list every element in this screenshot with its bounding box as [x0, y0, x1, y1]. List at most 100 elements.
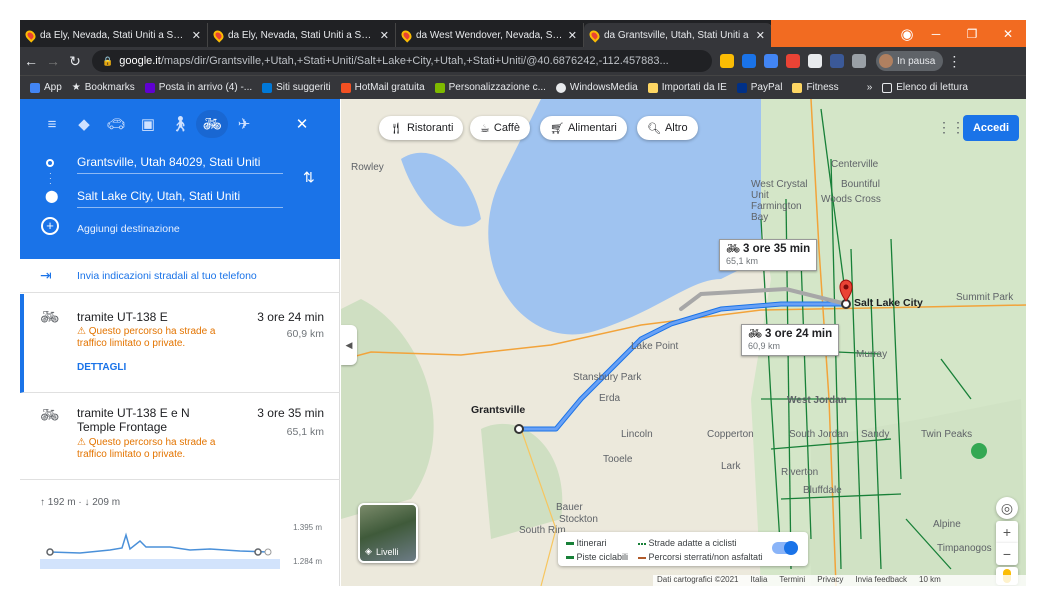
tab-2[interactable]: da Ely, Nevada, Stati Uniti a Sche ✕ [208, 23, 396, 47]
avatar [879, 54, 893, 68]
chip-groceries[interactable]: 🛒︎ Alimentari [540, 116, 627, 140]
layers-label: Livelli [376, 547, 399, 557]
yahoo-icon [144, 82, 155, 93]
bookmark-fitness[interactable]: Fitness [792, 82, 839, 93]
feedback-link[interactable]: Invia feedback [855, 575, 907, 586]
bookmarks-overflow[interactable]: » [867, 82, 873, 93]
tab-title: da Ely, Nevada, Stati Uniti a Sche [228, 29, 375, 41]
bookmark-paypal[interactable]: PayPal [736, 82, 782, 93]
walk-icon[interactable]: 🚶︎ [164, 110, 196, 138]
add-destination-link[interactable]: Aggiungi destinazione [77, 223, 180, 235]
bookmark-importati[interactable]: Importati da IE [647, 82, 727, 93]
legend-label: Piste ciclabili [576, 552, 629, 562]
destination-input[interactable]: Salt Lake City, Utah, Stati Uniti [77, 189, 283, 208]
tab-4-active[interactable]: da Grantsville, Utah, Stati Uniti a ✕ [584, 23, 772, 47]
restore-button[interactable]: ❐ [954, 20, 990, 47]
zoom-in-button[interactable]: + [996, 521, 1018, 543]
transit-icon[interactable]: ▣ [132, 110, 164, 138]
close-tab-icon[interactable]: ✕ [568, 29, 577, 42]
tab-1[interactable]: da Ely, Nevada, Stati Uniti a Salt L ✕ [20, 23, 208, 47]
route-option-2[interactable]: 🚲︎ tramite UT-138 E e N Temple Frontage … [20, 394, 340, 480]
close-icon[interactable]: ✕ [286, 110, 318, 138]
bookmark-bookmarks[interactable]: ★ Bookmarks [72, 82, 135, 93]
place-label: Stockton [559, 514, 598, 525]
place-label: Alpine [933, 519, 961, 530]
origin-dot-icon [46, 159, 54, 167]
chip-more[interactable]: 🔍︎ Altro [637, 116, 698, 140]
bookmark-label: Bookmarks [84, 82, 135, 93]
chip-cafes[interactable]: ☕︎ Caffè [470, 116, 530, 140]
bookmark-hotmail[interactable]: HotMail gratuita [340, 82, 425, 93]
close-tab-icon[interactable]: ✕ [756, 29, 765, 42]
toolbar: ← → ↻ 🔒 google.it /maps/dir/Grantsville,… [20, 47, 1026, 75]
elevation-summary: ↑ 192 m · ↓ 209 m [40, 497, 121, 508]
zoom-out-button[interactable]: − [996, 543, 1018, 565]
swap-icon[interactable]: ⇅ [303, 169, 315, 186]
extension-icon[interactable] [742, 54, 756, 68]
menu-icon[interactable]: ≡ [36, 110, 68, 138]
best-route-icon[interactable]: ◆ [68, 110, 100, 138]
chip-restaurants[interactable]: 🍴︎ Ristoranti [379, 116, 464, 140]
origin-input[interactable]: Grantsville, Utah 84029, Stati Uniti [77, 155, 283, 174]
apps-grid-icon[interactable]: ⋮⋮ [937, 119, 965, 136]
star-icon: ★ [71, 82, 81, 93]
place-label: Stansbury Park [573, 372, 642, 383]
warning-icon: ⚠ [77, 437, 89, 448]
layers-button[interactable]: ◈ Livelli [358, 503, 418, 563]
collapse-panel-button[interactable]: ◀ [341, 325, 357, 365]
bookmark-personalize[interactable]: Personalizzazione c... [434, 82, 546, 93]
terms-link[interactable]: Termini [779, 575, 805, 586]
address-bar[interactable]: 🔒 google.it /maps/dir/Grantsville,+Utah,… [92, 50, 712, 72]
bookmark-apps[interactable]: App [30, 82, 62, 93]
end-label: Salt Lake City [854, 297, 923, 309]
close-tab-icon[interactable]: ✕ [192, 29, 201, 42]
country-link[interactable]: Italia [751, 575, 768, 586]
map-canvas[interactable]: 🍴︎ Ristoranti ☕︎ Caffè 🛒︎ Alimentari 🔍︎ Altr… [341, 99, 1026, 586]
alt-route-callout[interactable]: 🚲︎ 3 ore 35 min 65,1 km [719, 239, 818, 271]
car-icon[interactable]: 🚗︎ [100, 110, 132, 138]
signin-button[interactable]: Accedi [963, 115, 1019, 141]
extension-icon[interactable] [808, 54, 822, 68]
travel-modes: ≡ ◆ 🚗︎ ▣ 🚶︎ 🚲︎ ✈︎ ✕ [20, 109, 340, 139]
chip-label: Altro [664, 122, 688, 134]
extension-icon[interactable] [786, 54, 800, 68]
my-location-icon[interactable]: ◎ [996, 497, 1018, 519]
close-window-button[interactable]: ✕ [990, 20, 1026, 47]
flight-icon[interactable]: ✈︎ [228, 110, 260, 138]
puzzle-icon[interactable] [852, 54, 866, 68]
tab-3[interactable]: da West Wendover, Nevada, Stat ✕ [396, 23, 584, 47]
place-label: Centerville [831, 159, 879, 170]
send-to-phone-row[interactable]: ⇥ Invia indicazioni stradali al tuo tele… [20, 259, 340, 293]
menu-dots-icon[interactable]: ⋮ [943, 53, 965, 70]
elevation-chart [40, 532, 280, 569]
chip-label: Caffè [493, 122, 520, 134]
profile-button[interactable]: In pausa [876, 51, 944, 71]
bookmark-suggested[interactable]: Siti suggeriti [262, 82, 331, 93]
extension-icon[interactable] [764, 54, 778, 68]
send-to-phone-label: Invia indicazioni stradali al tuo telefo… [77, 270, 257, 282]
bike-icon: 🚲︎ [726, 243, 740, 255]
bike-icon[interactable]: 🚲︎ [196, 110, 228, 138]
directions-panel: ≡ ◆ 🚗︎ ▣ 🚶︎ 🚲︎ ✈︎ ✕ · · · ⬤ Grantsville, U… [20, 99, 340, 586]
privacy-link[interactable]: Privacy [817, 575, 843, 586]
main-route-callout[interactable]: 🚲︎ 3 ore 24 min 60,9 km [741, 324, 840, 356]
facebook-icon[interactable] [830, 54, 844, 68]
close-tab-icon[interactable]: ✕ [380, 29, 389, 42]
bookmark-label: WindowsMedia [569, 82, 638, 93]
bike-icon: 🚲︎ [748, 328, 762, 340]
route-option-1[interactable]: 🚲︎ tramite UT-138 E 3 ore 24 min 60,9 km… [20, 294, 340, 393]
bookmark-mail[interactable]: Posta in arrivo (4) -... [144, 82, 252, 93]
scale-label: 10 km [919, 575, 941, 584]
bike-layer-toggle[interactable] [772, 541, 798, 555]
minimize-button[interactable]: ─ [918, 20, 954, 47]
extension-icon[interactable] [720, 54, 734, 68]
warning-text: Questo percorso ha strade a traffico lim… [77, 326, 216, 349]
bookmark-windowsmedia[interactable]: WindowsMedia [555, 82, 638, 93]
add-icon[interactable]: + [41, 217, 59, 235]
forward-icon[interactable]: → [42, 53, 64, 69]
back-icon[interactable]: ← [20, 53, 42, 69]
reload-icon[interactable]: ↻ [64, 53, 86, 70]
details-link[interactable]: DETTAGLI [77, 362, 126, 373]
callout-time: 3 ore 24 min [765, 328, 833, 340]
reading-list[interactable]: Elenco di lettura [882, 82, 968, 93]
